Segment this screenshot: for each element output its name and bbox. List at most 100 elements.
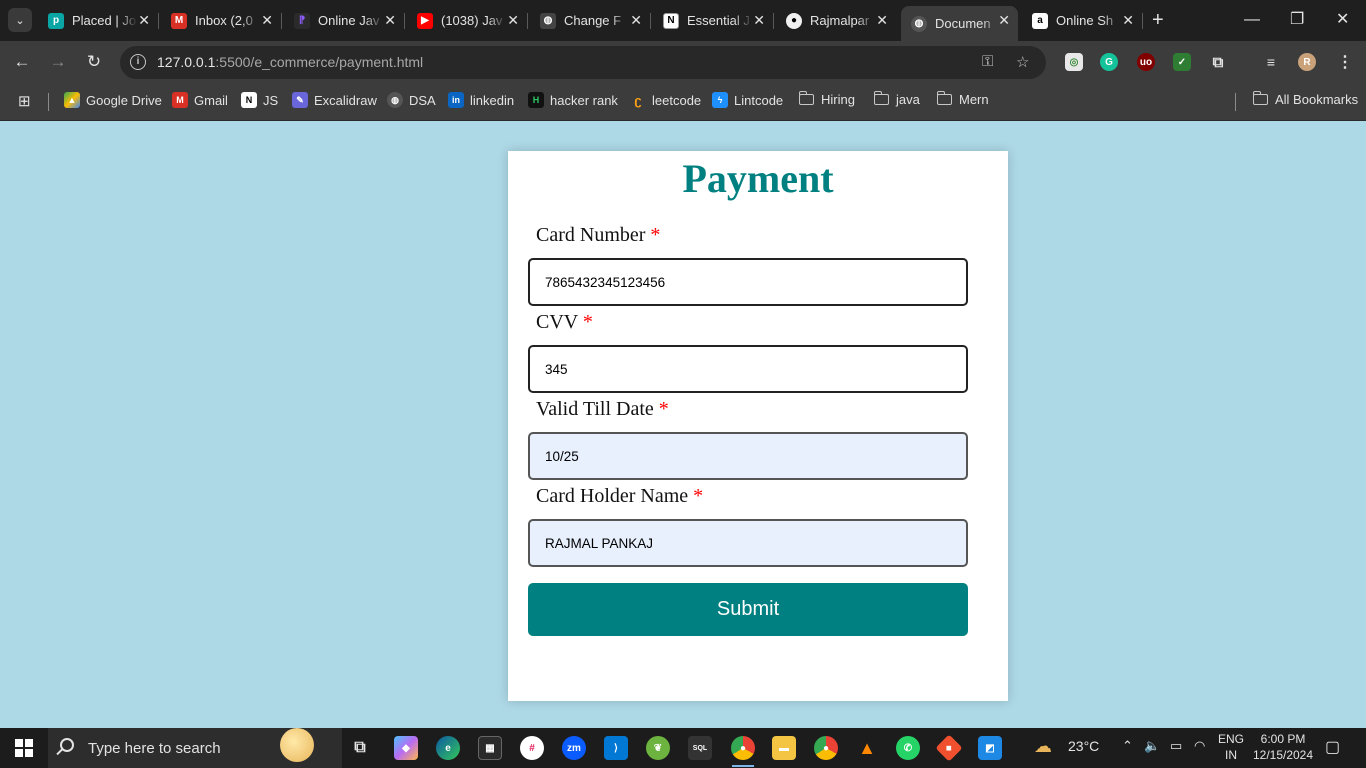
bookmark-leetcode[interactable]: ʗ leetcode [630, 92, 701, 108]
tab-github[interactable]: ● Rajmalpar ✕ [776, 6, 896, 35]
bookmark-lintcode[interactable]: ϟ Lintcode [712, 92, 783, 108]
copilot-icon[interactable]: ◆ [394, 736, 418, 760]
restore-icon[interactable]: ❐ [1290, 10, 1304, 30]
card-number-label: Card Number * [536, 224, 660, 247]
bookmark-google-drive[interactable]: ▲ Google Drive [64, 92, 162, 108]
wifi-icon[interactable]: ◠ [1194, 738, 1205, 754]
browser-menu-icon[interactable]: ⋮ [1336, 53, 1354, 71]
windows-start-icon[interactable] [15, 739, 33, 757]
vscode-icon[interactable]: ⟩ [604, 736, 628, 760]
language-indicator[interactable]: ENG IN [1216, 731, 1246, 763]
notifications-icon[interactable]: ▢ [1325, 737, 1340, 757]
bookmark-label: linkedin [470, 92, 515, 108]
bookmark-js[interactable]: N JS [241, 92, 278, 108]
password-key-icon[interactable]: ⚿ [982, 53, 993, 70]
card-holder-label-text: Card Holder Name [536, 485, 689, 507]
vlc-icon[interactable]: ▲ [855, 736, 879, 760]
bookmark-label: Google Drive [86, 92, 162, 108]
zoom-icon[interactable]: zm [562, 736, 586, 760]
close-icon[interactable]: ✕ [138, 13, 150, 27]
bookmark-excalidraw[interactable]: ✎ Excalidraw [292, 92, 377, 108]
bookmarks-separator [1235, 93, 1236, 111]
card-holder-input[interactable] [528, 519, 968, 567]
required-asterisk: * [650, 224, 661, 246]
placed-icon: p [48, 12, 64, 29]
cvv-label: CVV * [536, 311, 593, 334]
weather-temp[interactable]: 23°C [1068, 738, 1099, 754]
tab-essential[interactable]: N Essential J ✕ [653, 6, 774, 35]
tab-amazon[interactable]: a Online Sh ✕ [1022, 6, 1143, 35]
valid-till-input[interactable] [528, 432, 968, 480]
forward-arrow-icon[interactable]: → [48, 52, 68, 72]
tray-chevron-up-icon[interactable]: ⌃ [1122, 738, 1133, 754]
new-tab-plus-icon[interactable]: + [1152, 10, 1164, 30]
close-icon[interactable]: ✕ [630, 13, 642, 27]
media-control-icon[interactable]: ≡ [1262, 53, 1280, 71]
edge-icon[interactable]: e [436, 736, 460, 760]
bookmark-folder-hiring[interactable]: Hiring [798, 91, 855, 107]
profile-avatar[interactable]: R [1298, 53, 1316, 71]
cvv-input[interactable] [528, 345, 968, 393]
battery-icon[interactable]: ▭ [1170, 738, 1182, 754]
bookmark-hacker-rank[interactable]: H hacker rank [528, 92, 618, 108]
close-icon[interactable]: ✕ [753, 13, 765, 27]
apps-grid-icon[interactable]: ⊞ [18, 92, 31, 110]
extensions-puzzle-icon[interactable]: ⧉ [1209, 53, 1227, 71]
close-icon[interactable]: ✕ [876, 13, 888, 27]
valid-till-label-text: Valid Till Date [536, 398, 654, 420]
reload-icon[interactable]: ↻ [84, 52, 104, 72]
taskbar-search-box[interactable]: Type here to search [48, 728, 342, 768]
window-close-icon[interactable]: ✕ [1336, 10, 1349, 30]
bookmark-dsa[interactable]: ◍ DSA [387, 92, 436, 108]
system-clock[interactable]: 6:00 PM 12/15/2024 [1252, 731, 1314, 763]
tab-online-java[interactable]: ⁋ Online Jav ✕ [284, 6, 405, 35]
weather-icon[interactable]: ☁ [1034, 736, 1052, 757]
spring-tool-icon[interactable]: ❦ [646, 736, 670, 760]
tab-search-chevron-icon[interactable]: ⌄ [8, 8, 32, 32]
chrome-profile-icon[interactable]: ● [814, 736, 838, 760]
extension-lens-icon[interactable]: ◎ [1065, 53, 1083, 71]
close-icon[interactable]: ✕ [507, 13, 519, 27]
bookmark-star-icon[interactable]: ☆ [1016, 53, 1029, 71]
github-icon: ● [786, 12, 802, 29]
lintcode-icon: ϟ [712, 92, 728, 108]
grammarly-icon[interactable]: G [1100, 53, 1118, 71]
minimize-icon[interactable]: — [1244, 10, 1260, 30]
back-arrow-icon[interactable]: ← [12, 52, 32, 72]
tab-document-active[interactable]: ◍ Documen ✕ [901, 6, 1018, 41]
extension-green-icon[interactable]: ✓ [1173, 53, 1191, 71]
whatsapp-icon[interactable]: ✆ [896, 736, 920, 760]
volume-icon[interactable]: 🔈 [1144, 738, 1160, 754]
bookmark-folder-mern[interactable]: Mern [936, 91, 989, 107]
card-number-label-text: Card Number [536, 224, 646, 246]
tab-youtube[interactable]: ▶ (1038) Jav ✕ [407, 6, 528, 35]
slack-icon[interactable]: # [520, 736, 544, 760]
microsoft-store-icon[interactable]: ▦ [478, 736, 502, 760]
close-icon[interactable]: ✕ [261, 13, 273, 27]
tab-placed[interactable]: p Placed | Jo ✕ [38, 6, 159, 35]
file-explorer-icon[interactable]: ▬ [772, 736, 796, 760]
close-icon[interactable]: ✕ [384, 13, 396, 27]
task-view-icon[interactable]: ⧉ [348, 736, 372, 760]
all-bookmarks[interactable]: All Bookmarks [1252, 91, 1358, 107]
card-number-input[interactable] [528, 258, 968, 306]
url-text[interactable]: 127.0.0.1:5500/e_commerce/payment.html [157, 54, 423, 70]
close-icon[interactable]: ✕ [998, 13, 1010, 27]
bookmark-folder-java[interactable]: java [873, 91, 920, 107]
tab-inbox[interactable]: M Inbox (2,0 ✕ [161, 6, 282, 35]
tab-title: Rajmalpar [810, 13, 870, 28]
ublock-icon[interactable]: uo [1137, 53, 1155, 71]
submit-button[interactable]: Submit [528, 583, 968, 636]
close-icon[interactable]: ✕ [1122, 13, 1134, 27]
bookmark-gmail[interactable]: M Gmail [172, 92, 228, 108]
git-icon[interactable]: ◆ [935, 734, 963, 762]
tab-title: Change F [564, 13, 622, 28]
chrome-icon[interactable]: ● [731, 736, 755, 760]
tab-strip: ⌄ p Placed | Jo ✕ M Inbox (2,0 ✕ ⁋ Onlin… [0, 0, 1366, 41]
app-blue-icon[interactable]: ◩ [978, 736, 1002, 760]
address-bar[interactable]: i 127.0.0.1:5500/e_commerce/payment.html… [120, 46, 1046, 79]
site-info-icon[interactable]: i [130, 54, 146, 70]
tab-change[interactable]: ◍ Change F ✕ [530, 6, 651, 35]
mysql-icon[interactable]: SQL [688, 736, 712, 760]
bookmark-linkedin[interactable]: in linkedin [448, 92, 514, 108]
